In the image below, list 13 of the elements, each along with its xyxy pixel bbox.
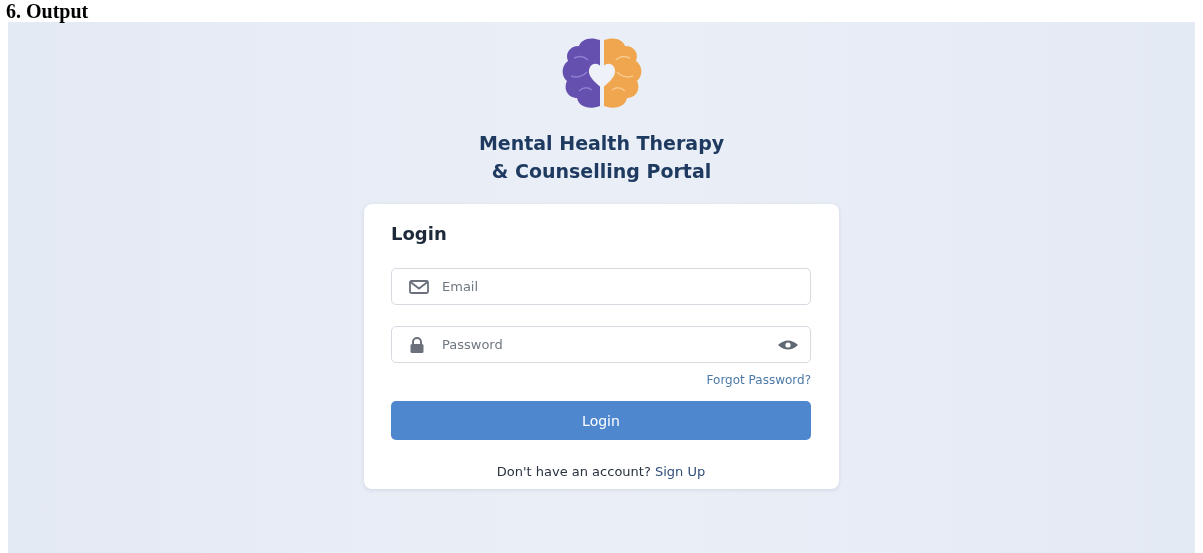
envelope-icon [409,279,429,294]
forgot-password-link[interactable]: Forgot Password? [706,373,811,387]
login-button[interactable]: Login [391,401,811,440]
password-field[interactable]: Password [391,326,811,363]
lock-icon [409,336,425,353]
portal-title: Mental Health Therapy [478,131,725,156]
sign-up-link[interactable]: Sign Up [654,464,706,479]
document-heading: 6. Output [6,0,89,22]
eye-icon[interactable] [777,338,799,351]
login-heading: Login [391,222,448,246]
email-field[interactable]: Email [391,268,811,305]
portal-title: & Counselling Portal [491,159,712,184]
signup-prompt: Don't have an account? Sign Up [496,464,706,479]
